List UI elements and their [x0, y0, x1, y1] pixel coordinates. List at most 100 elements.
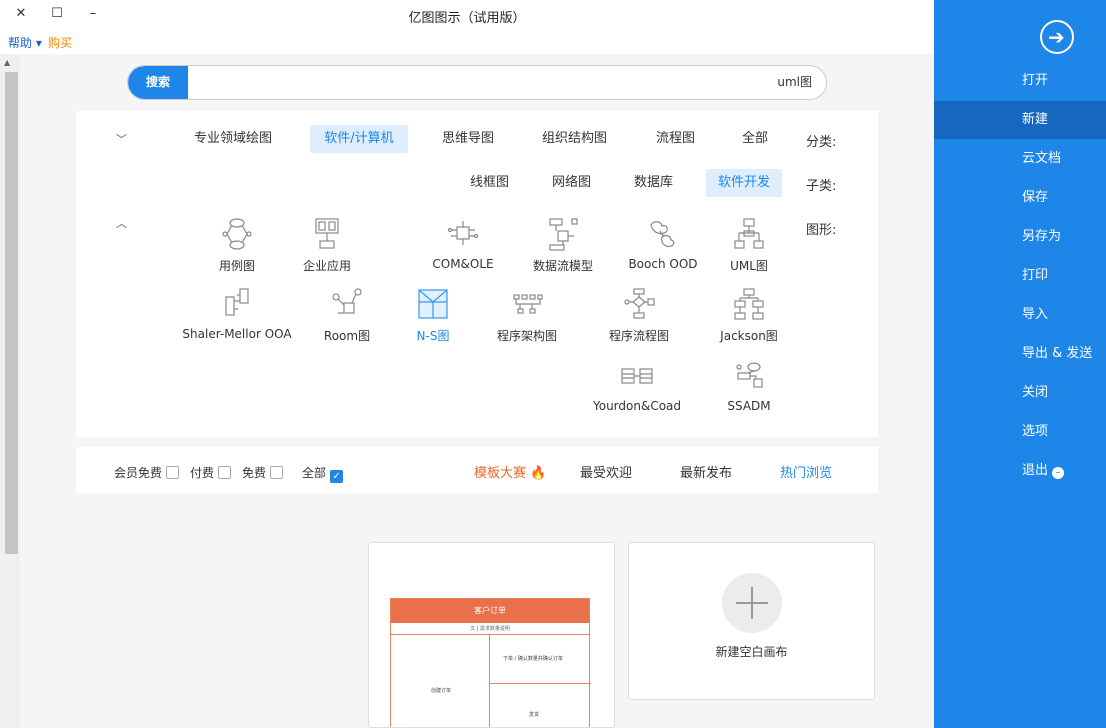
shape-label: COM&OLE — [432, 257, 494, 271]
shape-yourdon-coad[interactable]: Yourdon&Coad — [582, 359, 692, 413]
tab-template-contest[interactable]: 模板大赛 🔥 — [474, 462, 546, 481]
filter-all[interactable]: 全部 ✓ — [302, 464, 344, 483]
sidebar-item-save-as[interactable]: 另存为 — [934, 218, 1106, 256]
shape-label: 数据流模型 — [532, 259, 593, 273]
backstage-sidebar: ➔ 打开 新建 云文档 保存 另存为 打印 导入 导出 & 发送 关闭 选项 退… — [934, 0, 1106, 728]
template-divider — [489, 635, 490, 727]
filter-paid[interactable]: 付费 — [190, 464, 232, 481]
sidebar-item-label: 打印 — [1022, 268, 1049, 283]
buy-link[interactable]: 购买 — [48, 34, 72, 51]
tab-latest[interactable]: 最新发布 — [680, 462, 732, 481]
chevron-down-icon[interactable]: ﹀ — [116, 131, 127, 147]
category-org-chart[interactable]: 组织结构图 — [534, 125, 615, 153]
sidebar-item-label: 关闭 — [1022, 385, 1049, 400]
help-menu[interactable]: 帮助 ▾ — [8, 34, 42, 51]
scroll-up-arrow-icon[interactable]: ▲ — [4, 58, 10, 67]
filter-free[interactable]: 免费 — [242, 464, 284, 481]
shape-label: SSADM — [727, 399, 771, 413]
category-all[interactable]: 全部 — [734, 125, 776, 153]
tab-most-liked[interactable]: 最受欢迎 — [580, 462, 632, 481]
sidebar-item-new[interactable]: 新建 — [934, 101, 1106, 139]
shape-jackson[interactable]: Jackson图 — [694, 287, 804, 344]
search-button[interactable]: 搜索 — [128, 66, 188, 99]
flame-icon: 🔥 — [530, 466, 547, 481]
sidebar-item-open[interactable]: 打开 — [934, 62, 1106, 100]
shape-com-ole[interactable]: COM&OLE — [408, 217, 518, 271]
sidebar-item-exit[interactable]: 退出 – — [934, 452, 1106, 490]
sidebar-item-label: 另存为 — [1022, 229, 1062, 244]
subcategory-database[interactable]: 数据库 — [626, 169, 681, 197]
subcategory-wireframe[interactable]: 线框图 — [462, 169, 517, 197]
arrow-right-circle-icon: ➔ — [1048, 25, 1065, 49]
ssadm-icon — [736, 362, 763, 388]
sidebar-item-print[interactable]: 打印 — [934, 257, 1106, 295]
shape-program-flowchart[interactable]: 程序流程图 — [584, 287, 694, 344]
scroll-thumb[interactable] — [5, 72, 18, 554]
category-professional[interactable]: 专业领域绘图 — [186, 125, 280, 153]
menu-bar: 帮助 ▾ 购买 — [0, 30, 934, 54]
category-software-computer[interactable]: 软件/计算机 — [310, 125, 408, 153]
template-divider — [489, 683, 591, 684]
uml-diagram-icon — [734, 218, 764, 249]
template-search: 搜索 — [127, 65, 827, 100]
category-label: 分类: — [806, 135, 837, 150]
sidebar-item-import[interactable]: 导入 — [934, 296, 1106, 334]
template-filter-bar: 热门浏览 最新发布 最受欢迎 模板大赛 🔥 全部 ✓ 免费 付费 会员免费 — [76, 447, 878, 493]
back-button[interactable]: ➔ — [1040, 20, 1074, 54]
template-thumbnail-text: 创建订单 — [431, 688, 452, 694]
minus-circle-icon: – — [1052, 467, 1065, 479]
sidebar-item-export-send[interactable]: 导出 & 发送 — [934, 335, 1106, 373]
template-thumbnail-text: 发货 — [529, 712, 540, 718]
shape-label: Yourdon&Coad — [592, 399, 682, 413]
vertical-scrollbar[interactable]: ▲ — [0, 54, 20, 728]
jackson-diagram-icon — [734, 288, 764, 320]
sidebar-item-label: 退出 — [1022, 463, 1049, 478]
shape-program-architecture[interactable]: 程序架构图 — [472, 287, 582, 344]
chevron-up-icon[interactable]: ︿ — [116, 215, 127, 231]
shape-booch-ood[interactable]: Booch OOD — [608, 217, 718, 271]
template-thumbnail-text: 下单 / 确认数量并确认订单 — [503, 656, 563, 662]
template-card[interactable]: 客户订单 文 | 需求数量说明 创建订单 下单 / 确认数量并确认订单 发货 — [368, 542, 615, 728]
shapes-label: 图形: — [806, 223, 837, 238]
search-input[interactable] — [312, 74, 812, 88]
sidebar-item-cloud-docs[interactable]: 云文档 — [934, 140, 1106, 178]
checkbox-label: 免费 — [242, 466, 267, 480]
window-title: 亿图图示（试用版） — [408, 11, 526, 26]
checkbox-label: 会员免费 — [114, 466, 163, 480]
sidebar-item-label: 云文档 — [1022, 151, 1062, 166]
sidebar-item-save[interactable]: 保存 — [934, 179, 1106, 217]
checkbox-label: 付费 — [190, 466, 215, 480]
subcategory-software-dev[interactable]: 软件开发 — [706, 169, 782, 197]
sidebar-item-options[interactable]: 选项 — [934, 413, 1106, 451]
shape-shlaer-mellor[interactable]: Shaler-Mellor OOA — [162, 287, 312, 341]
checkbox-checked-icon[interactable]: ✓ — [330, 470, 344, 483]
shape-ssadm[interactable]: SSADM — [694, 359, 804, 413]
sidebar-item-label: 保存 — [1022, 190, 1049, 205]
subcategory-network[interactable]: 网络图 — [544, 169, 599, 197]
shape-label: Shaler-Mellor OOA — [182, 327, 292, 341]
tab-popular[interactable]: 热门浏览 — [780, 462, 832, 481]
template-thumbnail-title: 客户订单 — [391, 599, 589, 623]
filter-member-free[interactable]: 会员免费 — [114, 464, 180, 481]
checkbox-icon[interactable] — [166, 466, 180, 479]
shape-label: 程序架构图 — [496, 329, 557, 343]
program-flowchart-icon — [624, 288, 655, 319]
use-case-diagram-icon — [222, 218, 252, 250]
template-thumbnail: 客户订单 文 | 需求数量说明 创建订单 下单 / 确认数量并确认订单 发货 — [390, 598, 591, 727]
program-architecture-icon — [513, 294, 543, 314]
shape-data-flow[interactable]: 数据流模型 — [508, 217, 618, 274]
category-mind-map[interactable]: 思维导图 — [434, 125, 502, 153]
sidebar-item-label: 新建 — [1022, 112, 1049, 127]
category-flowchart[interactable]: 流程图 — [648, 125, 703, 153]
title-bar: ✕ ☐ – 亿图图示（试用版） — [0, 0, 934, 30]
shape-label: 用例图 — [218, 259, 255, 273]
shape-label: 程序流程图 — [608, 329, 669, 343]
template-thumbnail-subtitle: 文 | 需求数量说明 — [391, 623, 589, 635]
sidebar-item-close[interactable]: 关闭 — [934, 374, 1106, 412]
checkbox-icon[interactable] — [270, 466, 284, 479]
shape-label: Jackson图 — [720, 329, 778, 343]
sidebar-item-label: 导入 — [1022, 307, 1049, 322]
shape-use-case[interactable]: 用例图 — [182, 217, 292, 274]
checkbox-icon[interactable] — [218, 466, 232, 479]
new-blank-canvas-card[interactable]: 新建空白画布 — [628, 542, 875, 700]
